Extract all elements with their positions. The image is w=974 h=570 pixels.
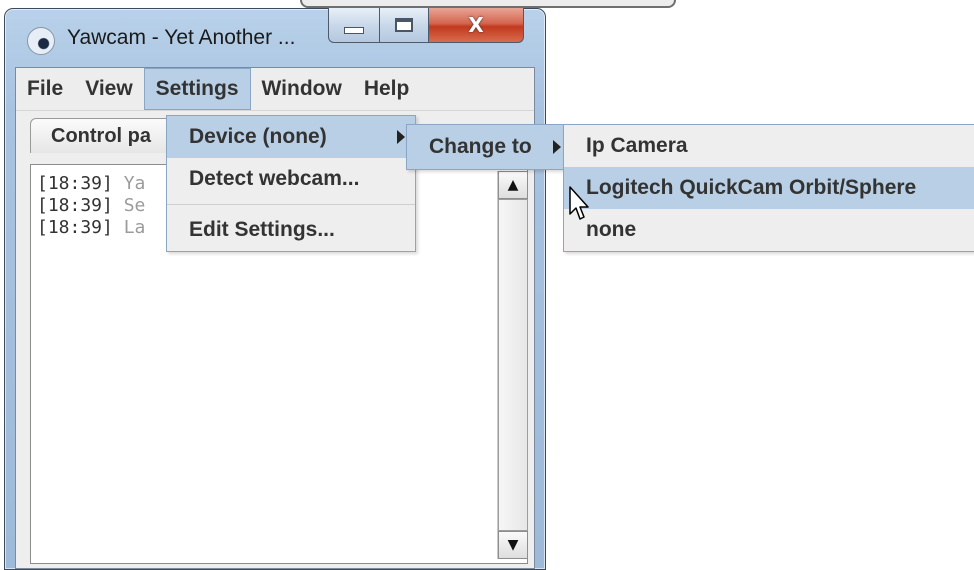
submenu-arrow-icon	[553, 140, 561, 154]
log-line: [18:39] La	[37, 217, 177, 239]
menu-separator	[167, 204, 415, 205]
maximize-button[interactable]	[379, 8, 429, 43]
menu-item-label: Ip Camera	[586, 134, 688, 157]
scroll-up-button[interactable]: ▲	[498, 171, 528, 199]
menu-help[interactable]: Help	[353, 68, 421, 110]
log-timestamp: [18:39]	[37, 217, 113, 238]
menu-item-detect-webcam[interactable]: Detect webcam...	[167, 158, 415, 200]
menu-item-logitech-quickcam[interactable]: Logitech QuickCam Orbit/Sphere	[564, 167, 974, 209]
device-submenu: Change to	[406, 124, 568, 170]
scroll-down-button[interactable]: ▼	[498, 531, 528, 559]
log-timestamp: [18:39]	[37, 195, 113, 216]
menu-window[interactable]: Window	[251, 68, 353, 110]
menu-item-label: Edit Settings...	[189, 218, 335, 241]
settings-menu: Device (none) Detect webcam... Edit Sett…	[166, 115, 416, 252]
log-message: Se	[123, 195, 146, 216]
log-lines: [18:39] Ya [18:39] Se [18:39] La	[37, 173, 177, 239]
arrow-up-icon: ▲	[507, 177, 519, 193]
menu-settings[interactable]: Settings	[143, 68, 251, 110]
minimize-button[interactable]	[328, 8, 380, 43]
menu-view[interactable]: View	[74, 68, 143, 110]
menu-item-label: Change to	[429, 135, 532, 158]
menu-item-label: Detect webcam...	[189, 167, 360, 190]
menu-bar: File View Settings Window Help	[16, 68, 534, 111]
change-to-submenu: Ip Camera Logitech QuickCam Orbit/Sphere…	[563, 124, 974, 252]
arrow-down-icon: ▼	[507, 537, 519, 553]
menu-item-edit-settings[interactable]: Edit Settings...	[167, 209, 415, 251]
log-line: [18:39] Se	[37, 195, 177, 217]
background-window-edge	[300, 0, 676, 8]
submenu-arrow-icon	[397, 130, 405, 144]
close-icon: X	[468, 13, 484, 37]
title-bar[interactable]: Yawcam - Yet Another ... X	[5, 8, 545, 67]
menu-item-label: Device (none)	[189, 125, 327, 148]
menu-item-label: none	[586, 218, 637, 241]
menu-file[interactable]: File	[16, 68, 74, 110]
menu-item-ip-camera[interactable]: Ip Camera	[564, 125, 974, 167]
yawcam-window: Yawcam - Yet Another ... X File View Set…	[4, 8, 546, 570]
menu-item-device[interactable]: Device (none)	[167, 116, 415, 158]
close-button[interactable]: X	[428, 8, 524, 43]
menu-item-none[interactable]: none	[564, 209, 974, 251]
maximize-icon	[395, 18, 413, 32]
log-timestamp: [18:39]	[37, 173, 113, 194]
mouse-cursor-icon	[569, 186, 589, 220]
vertical-scrollbar[interactable]: ▲ ▼	[497, 171, 528, 559]
menu-item-change-to[interactable]: Change to	[407, 125, 567, 169]
menu-item-label: Logitech QuickCam Orbit/Sphere	[586, 176, 917, 199]
minimize-icon	[344, 26, 364, 34]
yawcam-app-icon[interactable]	[27, 27, 55, 55]
log-message: Ya	[123, 173, 146, 194]
window-title: Yawcam - Yet Another ...	[67, 26, 296, 49]
scroll-thumb[interactable]	[498, 199, 528, 531]
log-line: [18:39] Ya	[37, 173, 177, 195]
log-message: La	[123, 217, 146, 238]
